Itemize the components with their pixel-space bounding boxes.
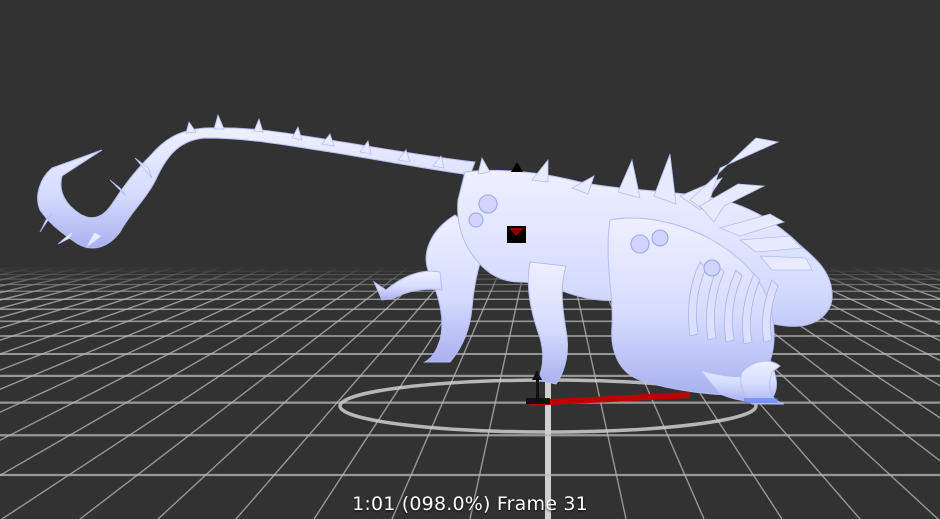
grid-line [469,267,526,519]
grid-line [828,267,940,312]
creature-tail [37,127,476,249]
creature-front-leg [527,261,569,385]
grid-line [0,267,244,355]
timecode-readout: 1:01 (098.0%) Frame 31 [352,493,588,515]
scene-canvas[interactable] [0,0,940,519]
grid-line [0,267,33,276]
grid-line [875,267,940,290]
grid-line [0,267,361,477]
grid-line [235,267,455,519]
grid-line [0,267,174,319]
grid-line [899,267,940,282]
grid-line [0,267,315,413]
tail-tip-hook [740,360,785,405]
grid-line [1,267,385,519]
3d-viewport[interactable]: 1:01 (098.0%) Frame 31 [0,0,940,519]
grid-line [0,267,10,271]
grid-line [79,267,408,519]
grid-line [0,267,221,341]
grid-line [0,267,103,294]
